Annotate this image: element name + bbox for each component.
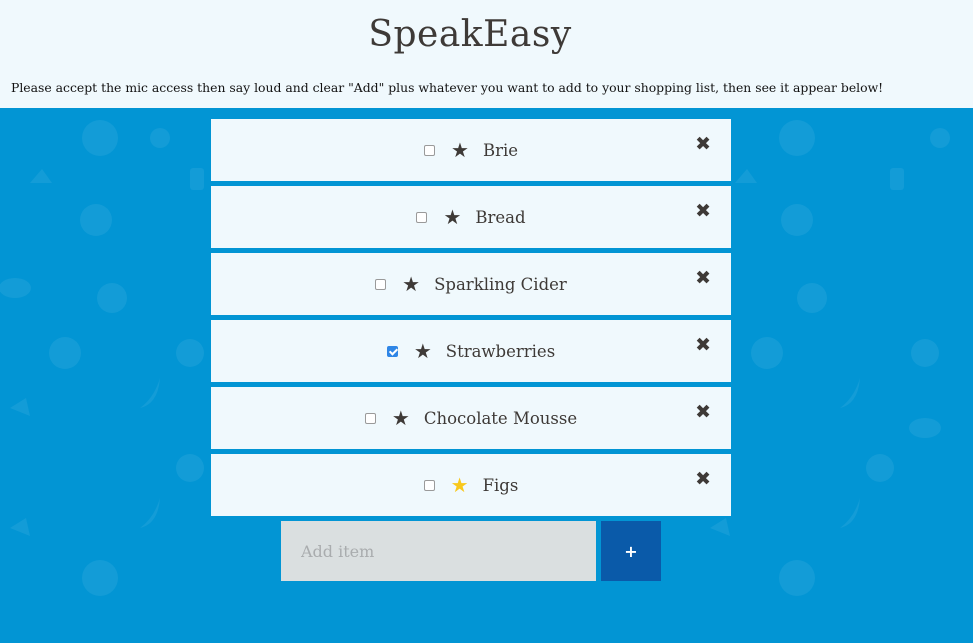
list-item-content: ★ Figs <box>211 454 731 516</box>
list-item: ★ Sparkling Cider ✖ <box>211 253 731 315</box>
star-icon[interactable]: ★ <box>451 140 469 160</box>
list-item: ★ Figs ✖ <box>211 454 731 516</box>
list-item: ★ Brie ✖ <box>211 119 731 181</box>
close-icon[interactable]: ✖ <box>695 336 711 355</box>
add-item-input[interactable] <box>281 521 596 581</box>
item-checkbox[interactable] <box>386 345 398 357</box>
item-checkbox[interactable] <box>424 144 435 156</box>
star-icon[interactable]: ★ <box>392 408 410 428</box>
star-icon[interactable]: ★ <box>451 475 469 495</box>
item-label: Strawberries <box>445 341 556 361</box>
list-item-content: ★ Strawberries <box>211 320 731 382</box>
add-item-form: + <box>281 521 661 581</box>
star-icon[interactable]: ★ <box>402 274 420 294</box>
app-title: SpeakEasy <box>368 14 572 55</box>
list-item: ★ Bread ✖ <box>211 186 731 248</box>
shopping-list: ★ Brie ✖ ★ Bread ✖ ★ Sparkling Cider ✖ ★ Strawberr… <box>211 119 731 521</box>
item-checkbox[interactable] <box>423 479 435 491</box>
header: SpeakEasy Please accept the mic access t… <box>0 0 973 108</box>
item-label: Brie <box>482 140 518 160</box>
item-checkbox[interactable] <box>375 278 387 290</box>
item-label: Sparkling Cider <box>434 274 567 294</box>
item-checkbox[interactable] <box>364 412 376 424</box>
item-checkbox[interactable] <box>416 211 428 223</box>
close-icon[interactable]: ✖ <box>695 403 711 422</box>
close-icon[interactable]: ✖ <box>695 470 711 489</box>
instructions-text: Please accept the mic access then say lo… <box>11 80 884 95</box>
list-item-content: ★ Chocolate Mousse <box>211 387 731 449</box>
item-label: Chocolate Mousse <box>423 408 578 428</box>
item-label: Figs <box>482 475 519 495</box>
close-icon[interactable]: ✖ <box>695 202 711 221</box>
star-icon[interactable]: ★ <box>443 207 461 227</box>
close-icon[interactable]: ✖ <box>695 269 711 288</box>
list-item-content: ★ Brie <box>211 119 731 181</box>
list-item: ★ Chocolate Mousse ✖ <box>211 387 731 449</box>
list-item-content: ★ Bread <box>211 186 731 248</box>
star-icon[interactable]: ★ <box>414 341 432 361</box>
close-icon[interactable]: ✖ <box>695 135 711 154</box>
list-item: ★ Strawberries ✖ <box>211 320 731 382</box>
add-item-button[interactable]: + <box>601 521 661 581</box>
list-item-content: ★ Sparkling Cider <box>211 253 731 315</box>
item-label: Bread <box>475 207 526 227</box>
